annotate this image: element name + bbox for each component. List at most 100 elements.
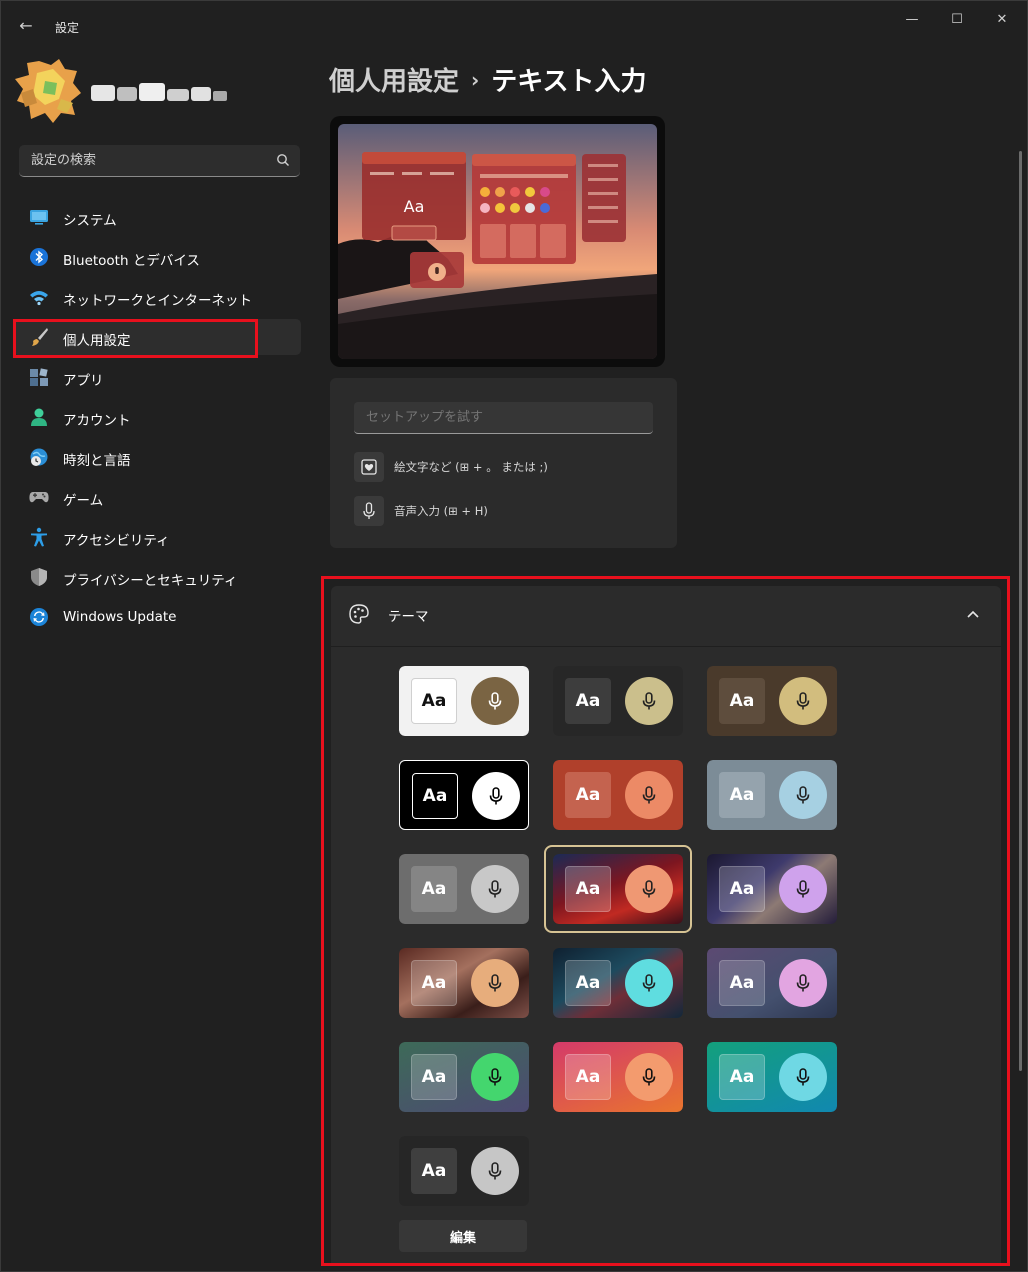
- microphone-icon: [471, 1147, 519, 1195]
- sidebar-item-accessibility[interactable]: アクセシビリティ: [13, 519, 301, 555]
- breadcrumb: 個人用設定 › テキスト入力: [329, 61, 647, 98]
- sidebar-item-label: ゲーム: [63, 493, 104, 509]
- voice-shortcut[interactable]: 音声入力 (⊞ + H): [354, 496, 488, 526]
- search-input[interactable]: [19, 145, 269, 176]
- sidebar-item-accounts[interactable]: アカウント: [13, 399, 301, 435]
- system-icon: [30, 210, 48, 225]
- theme-tile-dark-gold[interactable]: Aa: [553, 666, 683, 736]
- microphone-icon: [779, 1053, 827, 1101]
- page-title: テキスト入力: [491, 67, 647, 97]
- theme-title: テーマ: [388, 609, 429, 625]
- sidebar-item-label: プライバシーとセキュリティ: [63, 573, 238, 589]
- sidebar-item-label: 時刻と言語: [63, 453, 131, 469]
- microphone-icon: [779, 771, 827, 819]
- sidebar-item-personalization[interactable]: 個人用設定: [13, 319, 301, 355]
- sidebar-item-bluetooth[interactable]: Bluetooth とデバイス: [13, 239, 301, 275]
- theme-tile-charcoal[interactable]: Aa: [399, 1136, 529, 1206]
- theme-tile-sample-text: Aa: [411, 960, 457, 1006]
- sidebar-item-label: システム: [63, 213, 117, 229]
- close-button[interactable]: ✕: [988, 9, 1016, 31]
- accessibility-icon: [31, 527, 47, 547]
- palette-icon: [349, 604, 369, 624]
- search-box[interactable]: [19, 145, 300, 177]
- tryout-input[interactable]: [354, 402, 653, 434]
- microphone-icon: [471, 865, 519, 913]
- search-icon[interactable]: [276, 153, 290, 167]
- theme-tile-sample-text: Aa: [565, 678, 611, 724]
- preview-sample-text: Aa: [404, 197, 425, 216]
- minimize-button[interactable]: —: [898, 9, 926, 31]
- microphone-icon: [625, 677, 673, 725]
- sidebar-item-label: ネットワークとインターネット: [63, 293, 252, 309]
- sidebar-item-privacy[interactable]: プライバシーとセキュリティ: [13, 559, 301, 595]
- theme-tile-sunset[interactable]: Aa: [553, 1042, 683, 1112]
- theme-tile-red-wave[interactable]: Aa: [544, 845, 692, 933]
- microphone-icon: [779, 677, 827, 725]
- microphone-icon: [472, 772, 520, 820]
- theme-section: テーマ Aa Aa Aa Aa Aa Aa Aa Aa Aa Aa Aa Aa Aa Aa Aa Aa 編集: [331, 586, 1001, 1266]
- microphone-icon: [471, 677, 519, 725]
- theme-tile-sample-text: Aa: [719, 1054, 765, 1100]
- edit-button[interactable]: 編集: [399, 1220, 527, 1252]
- theme-tile-ocean[interactable]: Aa: [707, 1042, 837, 1112]
- settings-window: ← 設定 — ☐ ✕ シ: [0, 0, 1028, 1272]
- theme-tile-brown[interactable]: Aa: [707, 666, 837, 736]
- update-icon: [30, 608, 48, 626]
- theme-tile-green-dusk[interactable]: Aa: [399, 1042, 529, 1112]
- sidebar-item-label: Bluetooth とデバイス: [63, 253, 200, 269]
- theme-tile-sample-text: Aa: [719, 678, 765, 724]
- theme-tile-sample-text: Aa: [411, 1054, 457, 1100]
- microphone-icon: [779, 865, 827, 913]
- theme-tile-sample-text: Aa: [411, 866, 457, 912]
- chevron-up-icon[interactable]: [959, 602, 987, 628]
- microphone-icon: [471, 1053, 519, 1101]
- theme-tile-copper-wave[interactable]: Aa: [399, 948, 529, 1018]
- theme-tile-sample-text: Aa: [411, 678, 457, 724]
- microphone-icon: [625, 959, 673, 1007]
- theme-tile-high-contrast[interactable]: Aa: [399, 760, 529, 830]
- theme-tile-gray[interactable]: Aa: [399, 854, 529, 924]
- theme-tile-purple-wave[interactable]: Aa: [707, 854, 837, 924]
- sidebar-item-label: アクセシビリティ: [63, 533, 170, 549]
- sidebar-item-label: 個人用設定: [63, 333, 131, 349]
- brush-icon: [32, 328, 48, 346]
- divider: [331, 646, 1001, 647]
- wifi-icon: [30, 291, 48, 306]
- back-button[interactable]: ←: [15, 15, 37, 37]
- avatar[interactable]: [15, 59, 81, 123]
- apps-icon: [30, 368, 48, 386]
- microphone-icon: [471, 959, 519, 1007]
- breadcrumb-separator: ›: [471, 68, 480, 92]
- microphone-icon: [625, 1053, 673, 1101]
- sidebar-item-gaming[interactable]: ゲーム: [13, 479, 301, 515]
- title-bar: ← 設定 — ☐ ✕: [1, 1, 1028, 41]
- breadcrumb-parent[interactable]: 個人用設定: [329, 67, 459, 97]
- sidebar-item-network[interactable]: ネットワークとインターネット: [13, 279, 301, 315]
- active-indicator: [13, 329, 16, 345]
- gamepad-icon: [29, 492, 49, 503]
- user-name-redacted: [91, 83, 227, 101]
- theme-tile-dusk-wave[interactable]: Aa: [707, 948, 837, 1018]
- scrollbar[interactable]: [1019, 151, 1022, 1071]
- maximize-button[interactable]: ☐: [943, 9, 971, 31]
- emoji-shortcut[interactable]: 絵文字など (⊞ + 。 または ;): [354, 452, 548, 482]
- shield-icon: [31, 568, 47, 586]
- theme-tile-inner: Aa: [553, 854, 683, 924]
- theme-tile-rust[interactable]: Aa: [553, 760, 683, 830]
- sidebar-item-apps[interactable]: アプリ: [13, 359, 301, 395]
- microphone-icon: [779, 959, 827, 1007]
- theme-header[interactable]: テーマ: [331, 586, 1001, 646]
- theme-tile-light[interactable]: Aa: [399, 666, 529, 736]
- theme-tile-sample-text: Aa: [565, 1054, 611, 1100]
- theme-tile-sample-text: Aa: [412, 773, 458, 819]
- sidebar-item-windows-update[interactable]: Windows Update: [13, 599, 301, 635]
- sidebar-item-system[interactable]: システム: [13, 199, 301, 235]
- sidebar-nav: システム Bluetooth とデバイス ネットワークとインターネット 個人用設: [13, 199, 301, 639]
- emoji-icon: [354, 452, 384, 482]
- bluetooth-icon: [30, 248, 48, 266]
- theme-tile-slate[interactable]: Aa: [707, 760, 837, 830]
- theme-tile-teal-wave[interactable]: Aa: [553, 948, 683, 1018]
- preview-frame: Aa: [330, 116, 665, 367]
- globe-clock-icon: [30, 448, 48, 466]
- sidebar-item-time-language[interactable]: 時刻と言語: [13, 439, 301, 475]
